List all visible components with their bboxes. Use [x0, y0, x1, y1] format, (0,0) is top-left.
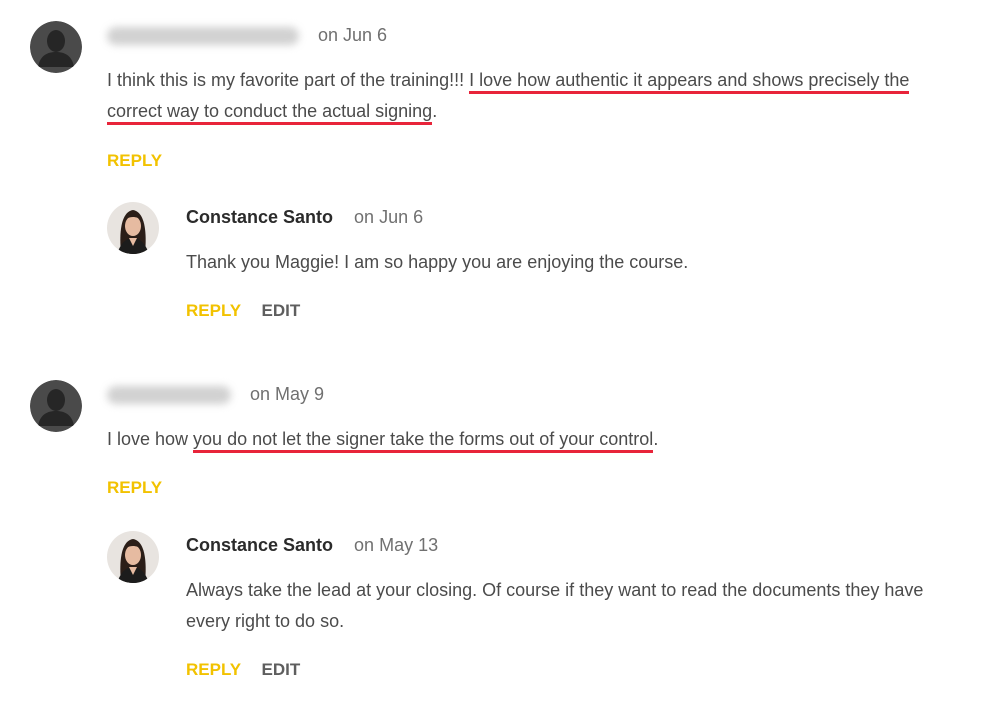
comment-text-end: . — [653, 429, 659, 449]
person-silhouette-icon — [30, 380, 82, 432]
author-name[interactable]: Constance Santo — [186, 535, 333, 555]
avatar — [30, 21, 82, 73]
avatar — [107, 531, 159, 583]
comment-meta: Constance Santo on Jun 6 — [186, 207, 423, 228]
reply-button[interactable]: REPLY — [107, 151, 162, 170]
comment-actions: REPLY EDIT — [186, 301, 300, 321]
comment-date: on Jun 6 — [318, 25, 388, 45]
reply-button[interactable]: REPLY — [186, 660, 241, 679]
comment-date: on May 9 — [250, 384, 325, 404]
reply-button[interactable]: REPLY — [107, 478, 162, 497]
comment-actions: REPLY EDIT — [186, 660, 300, 680]
highlighted-text: you do not let the signer take the forms… — [193, 429, 654, 453]
comment-text-end: . — [432, 101, 438, 121]
comment-actions: REPLY — [107, 151, 162, 171]
comment-text-plain: I think this is my favorite part of the … — [107, 70, 470, 90]
comment-date: on Jun 6 — [354, 207, 424, 227]
comment-meta: on Jun 6 — [107, 25, 387, 46]
highlighted-text: I love how authentic it appears and show… — [469, 70, 910, 94]
comment-text: Always take the lead at your closing. Of… — [186, 580, 924, 631]
comment-date: on May 13 — [354, 535, 439, 555]
author-name-blurred — [107, 386, 231, 405]
reply-button[interactable]: REPLY — [186, 301, 241, 320]
person-silhouette-icon — [30, 21, 82, 73]
author-photo — [107, 202, 159, 254]
comment-text: I love how you do not let the signer tak… — [107, 424, 977, 455]
comment-meta: on May 9 — [107, 384, 324, 405]
edit-button[interactable]: EDIT — [262, 660, 301, 679]
author-photo — [107, 531, 159, 583]
author-name-blurred — [107, 27, 299, 46]
avatar — [107, 202, 159, 254]
author-name[interactable]: Constance Santo — [186, 207, 333, 227]
highlighted-text: correct way to conduct the actual signin… — [107, 101, 433, 125]
comment-text-plain: I love how — [107, 429, 194, 449]
edit-button[interactable]: EDIT — [262, 301, 301, 320]
comment-meta: Constance Santo on May 13 — [186, 535, 438, 556]
avatar — [30, 380, 82, 432]
comment-actions: REPLY — [107, 478, 162, 498]
comment-text: I think this is my favorite part of the … — [107, 65, 977, 127]
comment-text: Thank you Maggie! I am so happy you are … — [186, 252, 689, 272]
